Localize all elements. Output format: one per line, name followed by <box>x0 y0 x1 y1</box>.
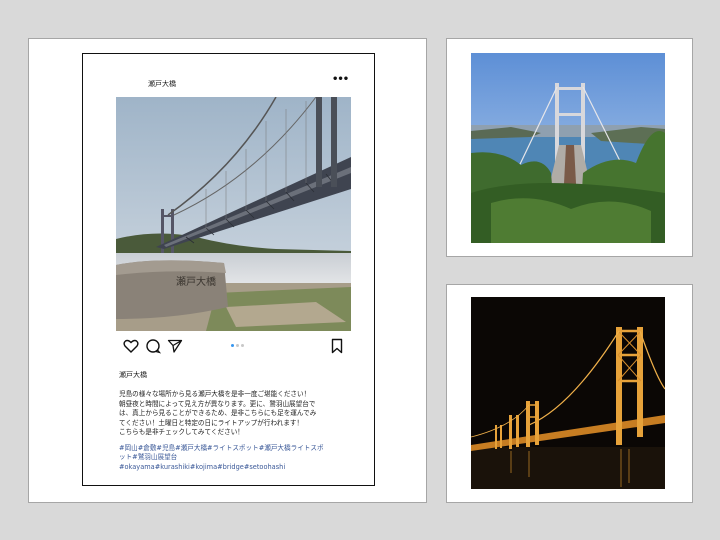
daytime-photo-panel <box>446 38 693 257</box>
bookmark-icon[interactable] <box>329 338 345 354</box>
account-name[interactable]: 瀬戸大橋 <box>148 79 176 89</box>
carousel-indicator <box>231 344 244 348</box>
carousel-dot <box>231 344 234 347</box>
bridge-photo: 瀬戸大橋 <box>116 97 351 331</box>
instagram-post: 瀬戸大橋 ••• 瀬戸大橋 瀬戸大橋 児島の様々な場所から見る瀬戸大橋を是非一度… <box>82 53 375 486</box>
caption-title: 瀬戸大橋 <box>119 371 147 379</box>
carousel-dot <box>241 344 244 347</box>
hashtags[interactable]: #岡山#倉敷#児島#瀬戸大橋#ライトスポット#瀬戸大橋ライトスポ ット#鷲羽山展… <box>119 444 341 473</box>
caption-body: 児島の様々な場所から見る瀬戸大橋を是非一度ご堪能ください！ 朝昼夜と時間によって… <box>119 390 317 436</box>
daytime-bridge-photo[interactable] <box>471 53 665 243</box>
monument-text: 瀬戸大橋 <box>176 275 216 288</box>
more-options-icon[interactable]: ••• <box>332 74 349 85</box>
comment-icon[interactable] <box>145 338 161 354</box>
night-bridge-photo[interactable] <box>471 297 665 489</box>
night-photo-panel <box>446 284 693 503</box>
carousel-dot <box>236 344 239 347</box>
post-header: 瀬戸大橋 ••• <box>83 54 374 96</box>
action-bar <box>123 338 343 356</box>
caption: 瀬戸大橋 児島の様々な場所から見る瀬戸大橋を是非一度ご堪能ください！ 朝昼夜と時… <box>119 370 341 472</box>
post-image[interactable]: 瀬戸大橋 <box>116 97 351 331</box>
heart-icon[interactable] <box>123 338 139 354</box>
post-panel: 瀬戸大橋 ••• 瀬戸大橋 瀬戸大橋 児島の様々な場所から見る瀬戸大橋を是非一度… <box>28 38 427 503</box>
send-icon[interactable] <box>167 338 183 354</box>
